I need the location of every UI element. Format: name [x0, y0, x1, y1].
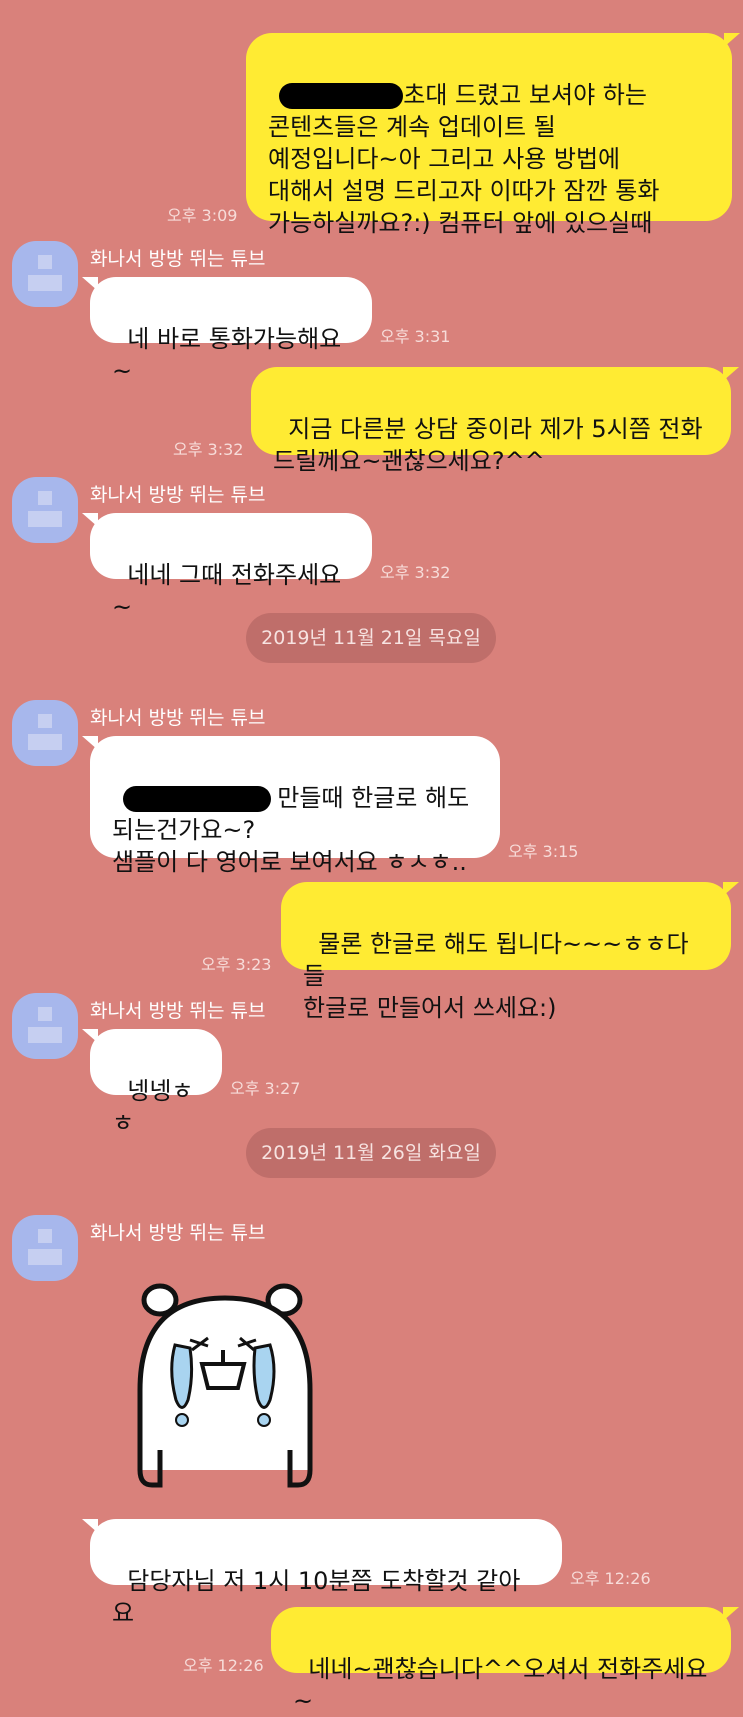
date-divider: 2019년 11월 21일 목요일 — [246, 613, 496, 663]
sender-avatar[interactable] — [12, 993, 78, 1059]
message-time: 오후 12:26 — [570, 1569, 651, 1588]
their-message-bubble[interactable]: 넹넹ㅎㅎ — [82, 1029, 222, 1137]
their-message-bubble[interactable]: 만들때 한글로 해도 되는건가요~? 샘플이 다 영어로 보여서요 ㅎㅅㅎ.. — [82, 736, 500, 876]
their-message-bubble[interactable]: 담당자님 저 1시 10분쯤 도착할것 같아요 — [82, 1519, 562, 1627]
sender-avatar[interactable] — [12, 477, 78, 543]
their-message-bubble[interactable]: 네 바로 통화가능해요~ — [82, 277, 372, 385]
message-time: 오후 3:23 — [201, 955, 272, 974]
sender-name: 화나서 방방 뛰는 튜브 — [90, 1000, 266, 1022]
date-divider: 2019년 11월 26일 화요일 — [246, 1128, 496, 1178]
message-time: 오후 3:31 — [380, 327, 451, 346]
crying-bear-sticker-icon[interactable] — [120, 1280, 330, 1500]
redacted-text — [123, 786, 272, 812]
message-time: 오후 12:26 — [183, 1656, 264, 1675]
sender-avatar[interactable] — [12, 1215, 78, 1281]
message-time: 오후 3:32 — [380, 563, 451, 582]
my-message-bubble[interactable]: 지금 다른분 상담 중이라 제가 5시쯤 전화 드릴께요~괜찮으세요?^^ — [251, 367, 739, 475]
sender-name: 화나서 방방 뛰는 튜브 — [90, 248, 266, 270]
message-text: 네네~괜찮습니다^^오셔서 전화주세요~ — [293, 1655, 708, 1715]
message-text: 지금 다른분 상담 중이라 제가 5시쯤 전화 드릴께요~괜찮으세요?^^ — [273, 415, 703, 475]
sender-name: 화나서 방방 뛰는 튜브 — [90, 1222, 266, 1244]
message-time: 오후 3:09 — [167, 206, 238, 225]
sender-name: 화나서 방방 뛰는 튜브 — [90, 484, 266, 506]
message-text: 네네 그때 전화주세요~ — [112, 561, 342, 621]
message-text: 물론 한글로 해도 됩니다~~~ㅎㅎ다들 한글로 만들어서 쓰세요:) — [303, 930, 689, 1022]
message-time: 오후 3:32 — [173, 440, 244, 459]
sender-name: 화나서 방방 뛰는 튜브 — [90, 707, 266, 729]
my-message-bubble[interactable]: 초대 드렸고 보셔야 하는 콘텐츠들은 계속 업데이트 될 예정입니다~아 그리… — [246, 33, 740, 237]
message-time: 오후 3:27 — [230, 1079, 301, 1098]
my-message-bubble[interactable]: 물론 한글로 해도 됩니다~~~ㅎㅎ다들 한글로 만들어서 쓰세요:) — [281, 882, 739, 1022]
sender-avatar[interactable] — [12, 700, 78, 766]
redacted-text — [279, 83, 404, 109]
their-message-bubble[interactable]: 네네 그때 전화주세요~ — [82, 513, 372, 621]
sender-avatar[interactable] — [12, 241, 78, 307]
message-text: 넹넹ㅎㅎ — [112, 1077, 194, 1137]
my-message-bubble[interactable]: 네네~괜찮습니다^^오셔서 전화주세요~ — [271, 1607, 739, 1715]
message-time: 오후 3:15 — [508, 842, 579, 861]
